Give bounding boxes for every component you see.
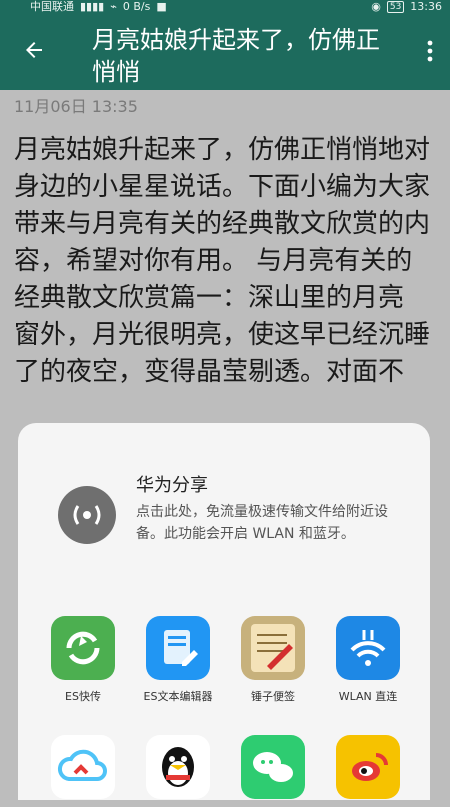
share-app-wechat[interactable] — [228, 735, 318, 807]
share-app-wlan-direct[interactable]: WLAN 直连 — [323, 616, 413, 704]
speed-label: 0 B/s — [122, 0, 151, 13]
share-app-weibo[interactable] — [323, 735, 413, 807]
share-app-es-text-editor[interactable]: ES文本编辑器 — [133, 616, 223, 704]
arrow-left-icon[interactable] — [22, 38, 46, 62]
wifi-icon: ⌁ — [110, 0, 117, 13]
eye-icon: ◉ — [371, 0, 381, 13]
wlan-direct-icon — [336, 616, 400, 680]
share-app-qq[interactable] — [133, 735, 223, 807]
status-bar: 中国联通 ▮▮▮▮ ⌁ 0 B/s ■ ◉ 53 13:36 — [0, 0, 450, 14]
huawei-share-title[interactable]: 华为分享 — [136, 471, 208, 497]
more-vert-icon[interactable] — [426, 40, 434, 62]
hammer-notes-icon — [241, 616, 305, 680]
share-app-cloud[interactable] — [38, 735, 128, 807]
battery-icon: 53 — [386, 1, 405, 13]
cloud-sync-icon — [51, 735, 115, 799]
status-right: ◉ 53 13:36 — [371, 0, 442, 14]
app-label: ES文本编辑器 — [143, 690, 213, 703]
carrier-label: 中国联通 — [30, 0, 74, 13]
huawei-share-description: 点击此处，免流量极速传输文件给附近设备。此功能会开启 WLAN 和蓝牙。 — [136, 504, 388, 542]
article-body: 月亮姑娘升起来了，仿佛正悄悄地对身边的小星星说话。下面小编为大家带来与月亮有关的… — [14, 135, 431, 387]
wechat-icon — [241, 735, 305, 799]
clock: 13:36 — [410, 0, 442, 13]
huawei-share-icon[interactable] — [58, 486, 116, 544]
broadcast-icon — [73, 505, 101, 525]
app-label: 锤子便签 — [251, 690, 295, 703]
es-transfer-icon — [51, 616, 115, 680]
share-app-es-transfer[interactable]: ES快传 — [38, 616, 128, 704]
app-bar: 月亮姑娘升起来了，仿佛正悄悄 — [0, 14, 450, 90]
post-date: 11月06日 13:35 — [14, 97, 138, 116]
app-label: ES快传 — [65, 690, 101, 703]
share-sheet: 华为分享 点击此处，免流量极速传输文件给附近设备。此功能会开启 WLAN 和蓝牙… — [18, 423, 430, 800]
status-left: 中国联通 ▮▮▮▮ ⌁ 0 B/s ■ — [30, 0, 167, 14]
qq-penguin-icon — [146, 735, 210, 799]
app-label: WLAN 直连 — [338, 690, 398, 703]
share-app-hammer-notes[interactable]: 锤子便签 — [228, 616, 318, 704]
page-title: 月亮姑娘升起来了，仿佛正悄悄 — [92, 26, 380, 86]
signal-icon: ▮▮▮▮ — [80, 0, 105, 13]
camera-icon: ■ — [156, 0, 167, 13]
es-text-editor-icon — [146, 616, 210, 680]
weibo-icon — [336, 735, 400, 799]
